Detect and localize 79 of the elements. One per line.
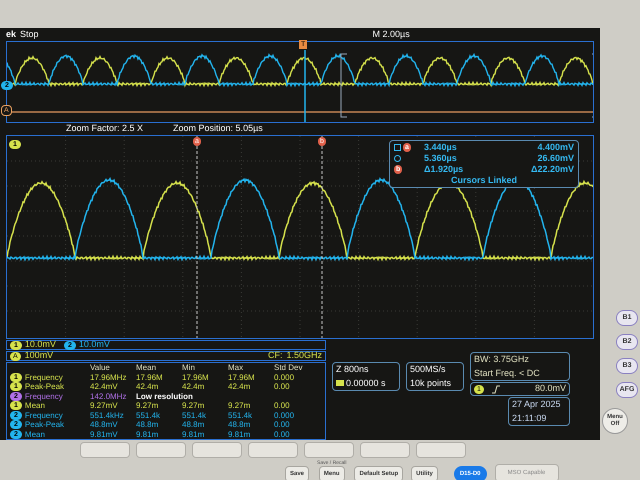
table-cell-text: 17.96M — [182, 372, 210, 382]
table-cell-text: 0.00 — [274, 382, 291, 392]
table-cell-text: 551.4k — [136, 410, 162, 420]
table-cell-text: 9.27m — [228, 401, 252, 410]
measurement-name: Peak-Peak — [24, 382, 64, 392]
table-cell-text: 551.4k — [228, 410, 254, 420]
table-cell-text: 9.27m — [136, 401, 160, 410]
table-cell-text: 0.00 — [274, 420, 291, 430]
cursors-linked-note: Cursors Linked — [450, 175, 518, 186]
column-header: Mean — [136, 363, 158, 372]
table-cell-text: 0.00 — [274, 401, 291, 410]
channel-scale: 10.0mV — [78, 338, 110, 352]
math-scale: 100mV — [24, 349, 54, 362]
soft-key[interactable] — [304, 442, 354, 458]
soft-key[interactable] — [360, 442, 410, 458]
date-text: 27 Apr 2025 — [512, 398, 562, 411]
column-header: Value — [90, 363, 111, 372]
table-cell-text: 48.8m — [228, 420, 252, 430]
horizontal-position: 0.00000 s — [346, 376, 386, 390]
cursor-voltage: 4.400mV — [536, 140, 574, 154]
measurement-name: Frequency — [24, 392, 63, 401]
brand-text: ek — [6, 28, 16, 41]
cursor-time: Δ1.920µs — [424, 163, 464, 176]
cf-label: CF: — [268, 349, 282, 362]
soft-key[interactable] — [80, 442, 130, 458]
table-cell-text: 0.00 — [274, 430, 291, 439]
channel-scale: 10.0mV — [24, 338, 56, 352]
table-cell-text: 17.96MHz — [90, 372, 128, 382]
table-cell-text: 9.27m — [182, 401, 206, 410]
soft-key[interactable] — [248, 442, 298, 458]
rising-edge-icon — [492, 384, 500, 394]
cursor-time: 5.360µs — [424, 152, 458, 165]
table-cell-text: 42.4m — [182, 382, 206, 392]
filter-label: Start Freq. < DC — [474, 366, 541, 380]
table-cell-text: 42.4m — [136, 382, 160, 392]
table-cell-text: 48.8mV — [90, 420, 119, 430]
table-cell-text: 48.8m — [182, 420, 206, 430]
cf-value: 1.50GHz — [286, 349, 322, 362]
trigger-level: 80.0mV — [534, 382, 566, 396]
record-length: 10k points — [410, 376, 452, 390]
column-header: Std Dev — [274, 363, 304, 372]
measurement-name: Mean — [24, 430, 45, 439]
time-text: 21:11:09 — [512, 412, 548, 424]
measurement-name: Peak-Peak — [24, 420, 64, 430]
table-cell-text: 551.4kHz — [90, 410, 125, 420]
column-header: Max — [228, 363, 244, 372]
table-cell-text: 42.4mV — [90, 382, 119, 392]
table-cell-text: 9.81mV — [90, 430, 119, 439]
soft-key[interactable] — [136, 442, 186, 458]
column-header: Min — [182, 363, 196, 372]
timebase-readout: M 2.00µs — [372, 28, 410, 41]
measurement-name: Mean — [24, 401, 45, 410]
run-state: Stop — [20, 28, 39, 41]
zoom-position: Zoom Position: 5.05µs — [173, 122, 263, 136]
table-cell-text: 551.4k — [182, 410, 208, 420]
table-cell-text: 0.000 — [274, 372, 296, 382]
table-cell-text: 142.0MHz — [90, 392, 128, 401]
table-cell-text: 42.4m — [228, 382, 252, 392]
bandwidth-label: BW: 3.75GHz — [474, 353, 530, 366]
soft-key[interactable] — [416, 442, 466, 458]
table-cell-text: 9.81m — [182, 430, 206, 439]
square-icon — [394, 144, 401, 151]
table-cell-text: 48.8m — [136, 420, 160, 430]
cursor-voltage: Δ22.20mV — [530, 162, 574, 176]
measurement-name: Frequency — [24, 410, 63, 420]
sample-rate: 500MS/s — [410, 363, 447, 376]
zoom-factor: Zoom Factor: 2.5 X — [66, 122, 144, 136]
table-cell-text: 17.96M — [228, 372, 256, 382]
cursor-time: 3.440µs — [424, 140, 458, 154]
table-cell-text: Low resolution — [136, 392, 194, 401]
table-cell-text: 9.81m — [136, 430, 160, 439]
measurement-name: Frequency — [24, 372, 63, 382]
table-cell-text: 17.96M — [136, 372, 164, 382]
table-cell-text: 9.27mV — [90, 401, 119, 410]
cursor-voltage: 26.60mV — [536, 152, 574, 165]
horizontal-scale: Z 800ns — [336, 363, 370, 376]
table-cell-text: 9.81m — [228, 430, 252, 439]
soft-key[interactable] — [192, 442, 242, 458]
table-cell-text: 0.000 — [274, 410, 296, 420]
